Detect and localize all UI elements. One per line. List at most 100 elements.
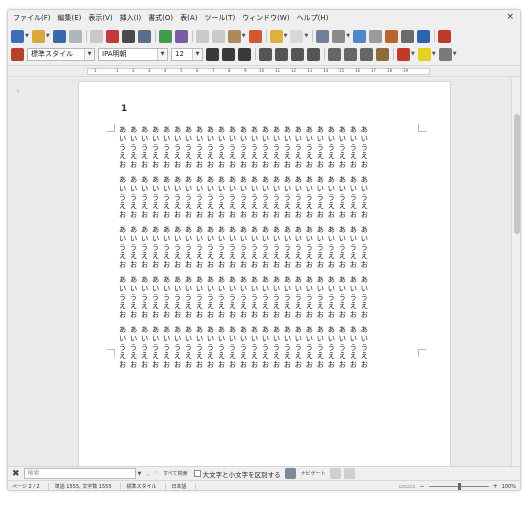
document-workspace[interactable]: ⌝ 1 あああああああああああああああああああああああ いいいいいいいいいいいい… xyxy=(8,78,511,466)
zoom-in-icon[interactable]: + xyxy=(493,483,498,490)
paste-icon[interactable] xyxy=(227,29,241,43)
background-color-icon[interactable] xyxy=(438,47,452,61)
navigate-up-icon[interactable] xyxy=(343,468,355,479)
text-boundary-corner xyxy=(418,124,426,132)
match-case-checkbox[interactable] xyxy=(193,470,201,477)
numbering-icon[interactable] xyxy=(328,47,341,61)
italic-icon[interactable] xyxy=(222,47,235,61)
paragraph-style-select[interactable]: 標準スタイル ▼ xyxy=(27,47,95,61)
underline-icon[interactable] xyxy=(238,47,251,61)
save-icon[interactable] xyxy=(52,29,66,43)
search-history-dropdown-icon[interactable]: ▼ xyxy=(138,471,142,477)
print-preview-icon[interactable] xyxy=(137,29,151,43)
document-page[interactable]: 1 あああああああああああああああああああああああ いいいいいいいいいいいいいい… xyxy=(78,81,451,466)
font-size-select[interactable]: 12 ▼ xyxy=(171,47,203,61)
image-icon[interactable] xyxy=(353,29,367,43)
vertical-scrollbar[interactable] xyxy=(511,78,520,466)
page-indicator[interactable]: ページ 2 / 2 xyxy=(12,483,49,490)
justify-icon[interactable] xyxy=(307,47,320,61)
decrease-indent-icon[interactable] xyxy=(360,47,373,61)
align-center-icon[interactable] xyxy=(275,47,288,61)
autospell-icon[interactable] xyxy=(174,29,188,43)
bold-icon[interactable] xyxy=(206,47,219,61)
chart-icon[interactable] xyxy=(369,29,383,43)
font-name-select[interactable]: IPA明朝 ▼ xyxy=(98,47,168,61)
close-document-icon[interactable]: × xyxy=(506,12,514,22)
paste-dropdown-icon[interactable]: ▼ xyxy=(242,33,246,39)
font-color-icon[interactable] xyxy=(397,47,410,61)
bullets-icon[interactable] xyxy=(344,47,357,61)
find-next-icon[interactable]: ⌃ xyxy=(153,470,159,478)
menu-table[interactable]: 表(A) xyxy=(180,13,197,23)
chevron-down-icon[interactable]: ▼ xyxy=(84,48,94,60)
toolbar-separator xyxy=(324,48,325,60)
find-all-button[interactable]: すべて検索 xyxy=(163,470,187,477)
increase-indent-icon[interactable] xyxy=(376,47,389,61)
hyperlink-icon[interactable] xyxy=(316,29,330,43)
font-color-dropdown-icon[interactable]: ▼ xyxy=(411,51,415,57)
table-dropdown-icon[interactable]: ▼ xyxy=(346,33,350,39)
edit-mode-icon[interactable] xyxy=(89,29,103,43)
navigate-down-icon[interactable] xyxy=(329,468,341,479)
menu-insert[interactable]: 挿入(I) xyxy=(120,13,142,23)
zoom-out-icon[interactable]: − xyxy=(420,483,425,490)
undo-icon[interactable] xyxy=(269,29,283,43)
menu-format[interactable]: 書式(O) xyxy=(148,13,173,23)
styles-icon[interactable] xyxy=(11,47,24,61)
language[interactable]: 日本語 xyxy=(172,483,196,490)
clone-formatting-icon[interactable] xyxy=(248,29,262,43)
writer-window: ファイル(F) 編集(E) 表示(V) 挿入(I) 書式(O) 表(A) ツール… xyxy=(7,9,521,491)
chevron-down-icon[interactable]: ▼ xyxy=(157,48,167,60)
close-findbar-icon[interactable]: ✖ xyxy=(12,469,20,479)
text-line: おおおおおおおおおおおおおおおおおおおおおおお xyxy=(119,310,372,320)
ruler-label: 1 xyxy=(116,68,119,73)
ruler-label: 2 xyxy=(132,68,135,73)
menu-help[interactable]: ヘルプ(H) xyxy=(297,13,329,23)
paragraph-style-value: 標準スタイル xyxy=(31,50,73,58)
menu-tools[interactable]: ツール(T) xyxy=(204,13,235,23)
help-icon[interactable] xyxy=(438,29,452,43)
gallery-icon[interactable] xyxy=(401,29,415,43)
horizontal-ruler[interactable]: 1 1 2 3 4 5 6 7 8 9 10 11 12 13 14 15 16… xyxy=(8,65,520,77)
table-icon[interactable] xyxy=(332,29,346,43)
zoom-slider[interactable] xyxy=(428,483,489,490)
cut-icon[interactable] xyxy=(195,29,209,43)
word-count[interactable]: 単語 1555, 文字数 1555 xyxy=(55,483,121,490)
text-line: おおおおおおおおおおおおおおおおおおおおおおお xyxy=(119,160,372,170)
search-input[interactable]: 検索 xyxy=(23,468,136,479)
export-pdf-icon[interactable] xyxy=(105,29,119,43)
zoom-slider-knob[interactable] xyxy=(457,483,461,490)
redo-dropdown-icon[interactable]: ▼ xyxy=(304,33,308,39)
align-right-icon[interactable] xyxy=(291,47,304,61)
navigator-icon[interactable] xyxy=(385,29,399,43)
highlight-dropdown-icon[interactable]: ▼ xyxy=(432,51,436,57)
menu-edit[interactable]: 編集(E) xyxy=(58,13,82,23)
copy-icon[interactable] xyxy=(211,29,225,43)
zoom-level[interactable]: 100% xyxy=(502,484,516,490)
document-text[interactable]: あああああああああああああああああああああああ いいいいいいいいいいいいいいいい… xyxy=(119,125,419,370)
page-style[interactable]: 標準スタイル xyxy=(127,483,166,490)
open-folder-icon[interactable] xyxy=(31,29,45,43)
spellcheck-icon[interactable] xyxy=(158,29,172,43)
menu-view[interactable]: 表示(V) xyxy=(88,13,112,23)
formatting-marks-icon[interactable] xyxy=(417,29,431,43)
menu-file[interactable]: ファイル(F) xyxy=(13,13,51,23)
text-boundary-corner xyxy=(107,124,115,132)
ruler-label: 8 xyxy=(228,68,231,73)
undo-dropdown-icon[interactable]: ▼ xyxy=(284,33,288,39)
redo-icon[interactable] xyxy=(290,29,304,43)
open-dropdown-icon[interactable]: ▼ xyxy=(46,33,50,39)
background-dropdown-icon[interactable]: ▼ xyxy=(453,51,457,57)
view-layout-icon[interactable]: ▭▭▭ xyxy=(399,483,416,490)
highlighting-icon[interactable] xyxy=(417,47,431,61)
scrollbar-thumb[interactable] xyxy=(514,114,520,234)
new-dropdown-icon[interactable]: ▼ xyxy=(25,33,29,39)
new-document-icon[interactable] xyxy=(11,29,24,43)
find-replace-icon[interactable] xyxy=(284,468,296,479)
email-icon[interactable] xyxy=(68,29,82,43)
print-icon[interactable] xyxy=(121,29,135,43)
menu-window[interactable]: ウィンドウ(W) xyxy=(242,13,289,23)
chevron-down-icon[interactable]: ▼ xyxy=(192,48,202,60)
find-previous-icon[interactable]: ⌄ xyxy=(145,470,151,478)
align-left-icon[interactable] xyxy=(259,47,272,61)
